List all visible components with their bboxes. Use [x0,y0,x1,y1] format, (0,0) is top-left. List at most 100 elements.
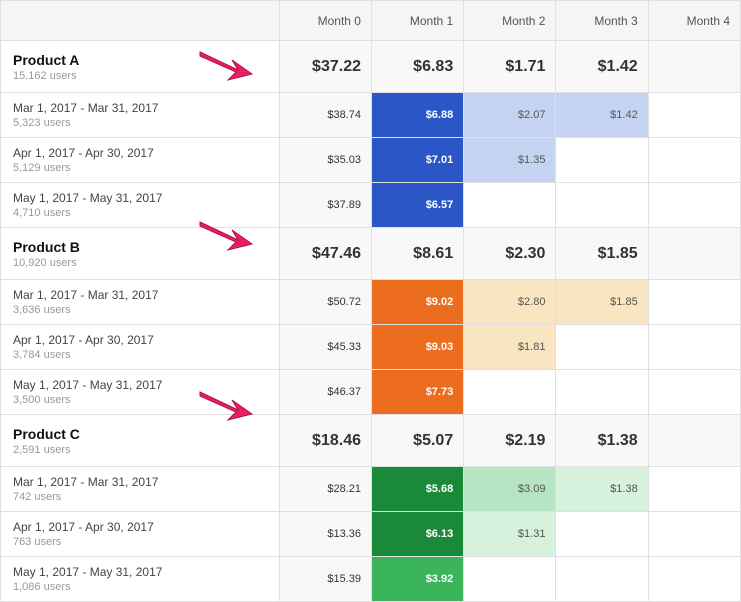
cohort-label-cell: Mar 1, 2017 - Mar 31, 2017742 users [1,467,280,512]
data-cell: $1.35 [464,138,556,183]
cohort-users: 3,784 users [13,349,267,361]
data-value: $3.09 [464,467,555,511]
data-value [649,370,740,414]
data-value [556,370,647,414]
data-cell [464,557,556,602]
data-cell: $5.68 [371,467,463,512]
data-value: $46.37 [280,370,371,414]
product-label-cell: Product B10,920 users [1,228,280,280]
data-cell [556,183,648,228]
data-cell [648,512,740,557]
summary-value: $1.71 [464,41,555,92]
data-value: $3.92 [372,557,463,601]
data-value: $37.89 [280,183,371,227]
data-value: $13.36 [280,512,371,556]
data-cell: $1.38 [556,467,648,512]
data-value: $2.07 [464,93,555,137]
data-cell: $1.31 [464,512,556,557]
cohort-label-cell: Mar 1, 2017 - Mar 31, 2017 3,636 users [1,280,280,325]
data-value: $50.72 [280,280,371,324]
cohort-label-cell: Apr 1, 2017 - Apr 30, 20173,784 users [1,325,280,370]
data-value: $7.01 [372,138,463,182]
data-value: $1.35 [464,138,555,182]
data-value [464,183,555,227]
data-cell [648,280,740,325]
cohort-row: Mar 1, 2017 - Mar 31, 2017 3,636 users $50… [1,280,741,325]
product-users: 2,591 users [13,444,267,456]
data-value: $6.57 [372,183,463,227]
data-cell [556,557,648,602]
data-cell: $50.72 [279,280,371,325]
data-value [464,370,555,414]
data-value: $1.81 [464,325,555,369]
cohort-label-cell: May 1, 2017 - May 31, 20174,710 users [1,183,280,228]
data-cell: $1.81 [464,325,556,370]
header-empty [1,1,280,41]
data-value: $1.42 [556,93,647,137]
cohort-row: Apr 1, 2017 - Apr 30, 20173,784 users$45… [1,325,741,370]
cohort-date-range: Mar 1, 2017 - Mar 31, 2017 [13,288,267,302]
data-value [556,138,647,182]
summary-cell [648,228,740,280]
summary-cell: $6.83 [371,41,463,93]
cohort-label-cell: Mar 1, 2017 - Mar 31, 20175,323 users [1,93,280,138]
data-value [649,467,740,511]
summary-cell: $37.22 [279,41,371,93]
data-value: $15.39 [280,557,371,601]
data-cell [648,93,740,138]
summary-cell: $8.61 [371,228,463,280]
data-cell: $1.85 [556,280,648,325]
cohort-label-cell: May 1, 2017 - May 31, 20173,500 users [1,370,280,415]
summary-value: $1.85 [556,228,647,279]
summary-cell [648,41,740,93]
cohort-date-range: May 1, 2017 - May 31, 2017 [13,565,267,579]
product-users: 15,162 users [13,70,267,82]
cohort-users: 763 users [13,536,267,548]
summary-cell: $18.46 [279,415,371,467]
data-value [649,138,740,182]
data-cell: $37.89 [279,183,371,228]
data-value: $2.80 [464,280,555,324]
summary-cell: $5.07 [371,415,463,467]
cohort-label-cell: Apr 1, 2017 - Apr 30, 20175,129 users [1,138,280,183]
header-row: Month 0 Month 1 Month 2 Month 3 Month 4 [1,1,741,41]
data-cell [464,370,556,415]
data-value: $28.21 [280,467,371,511]
cohort-users: 3,500 users [13,394,267,406]
data-value: $35.03 [280,138,371,182]
data-value: $5.68 [372,467,463,511]
data-cell: $7.73 [371,370,463,415]
summary-value: $5.07 [372,415,463,466]
data-cell: $2.80 [464,280,556,325]
cohort-users: 1,086 users [13,581,267,593]
data-cell [556,138,648,183]
summary-value [649,415,740,466]
summary-value: $37.22 [280,41,371,92]
cohort-row: Apr 1, 2017 - Apr 30, 20175,129 users$35… [1,138,741,183]
data-cell: $6.13 [371,512,463,557]
data-cell: $28.21 [279,467,371,512]
product-label-cell: Product A15,162 users [1,41,280,93]
data-value: $1.31 [464,512,555,556]
data-cell: $15.39 [279,557,371,602]
summary-cell: $1.42 [556,41,648,93]
data-cell: $9.02 [371,280,463,325]
cohort-date-range: Apr 1, 2017 - Apr 30, 2017 [13,146,267,160]
product-summary-row: Product A15,162 users$37.22$6.83$1.71$1.… [1,41,741,93]
cohort-users: 3,636 users [13,304,267,316]
data-value [649,183,740,227]
cohort-row: May 1, 2017 - May 31, 2017 1,086 users $15… [1,557,741,602]
product-summary-row: Product B10,920 users$47.46$8.61$2.30$1.… [1,228,741,280]
data-cell: $3.92 [371,557,463,602]
data-value [649,280,740,324]
data-cell: $2.07 [464,93,556,138]
summary-value [649,228,740,279]
product-name: Product C [13,426,267,442]
data-cell [556,370,648,415]
summary-cell: $2.19 [464,415,556,467]
data-cell: $46.37 [279,370,371,415]
data-cell [464,183,556,228]
cohort-row: May 1, 2017 - May 31, 20174,710 users$37… [1,183,741,228]
summary-value: $2.19 [464,415,555,466]
data-value: $1.85 [556,280,647,324]
